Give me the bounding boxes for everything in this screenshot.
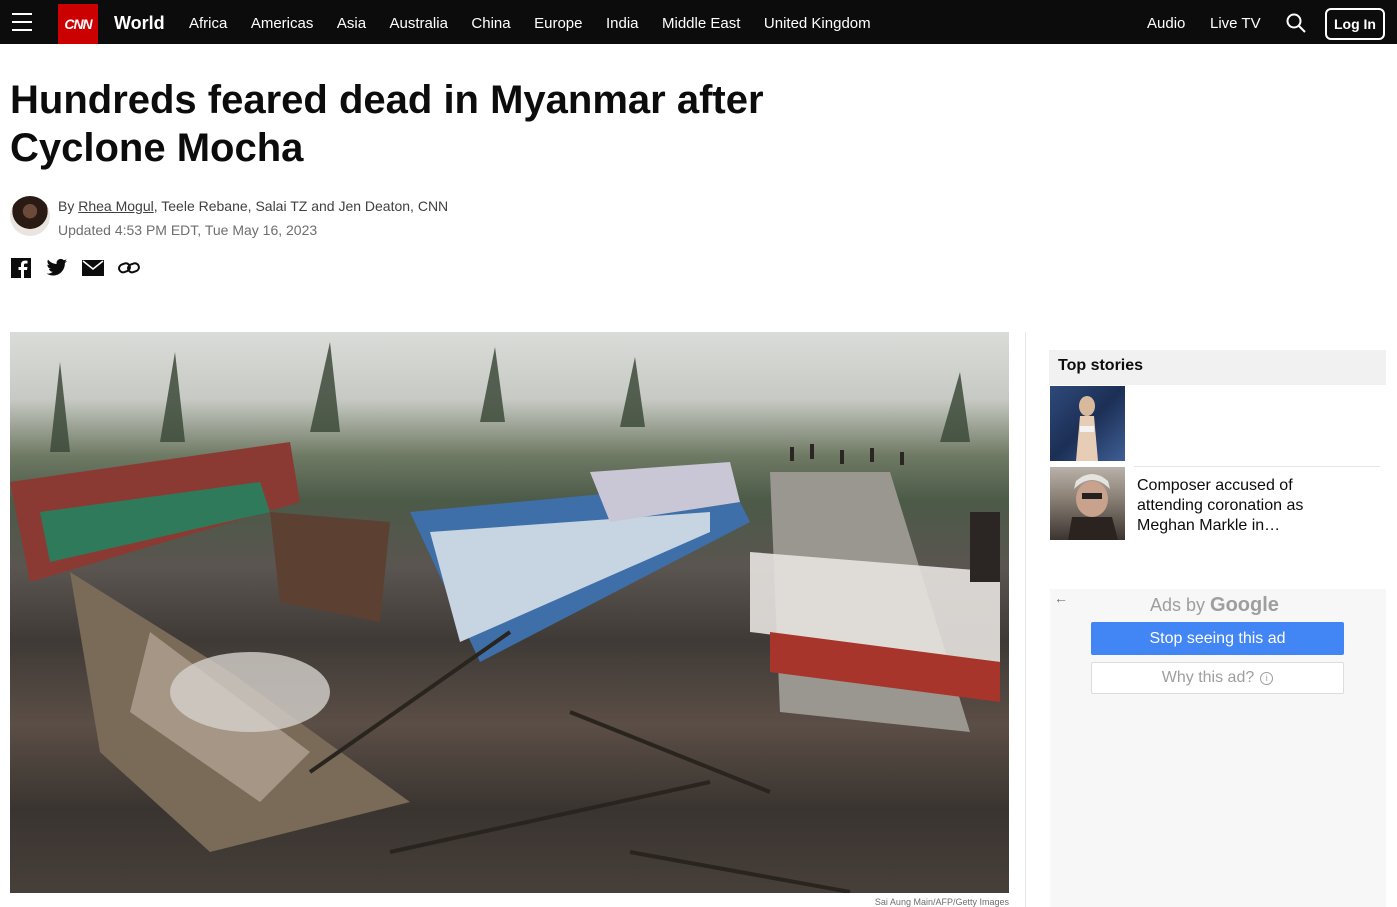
nav-link-middle-east[interactable]: Middle East <box>662 15 740 32</box>
why-this-ad-label: Why this ad? <box>1161 669 1255 686</box>
google-wordmark: Google <box>1210 594 1279 616</box>
nav-link-india[interactable]: India <box>606 15 639 32</box>
section-title[interactable]: World <box>114 13 165 34</box>
article-hero-image[interactable] <box>10 332 1009 893</box>
top-nav: CNN World Africa Americas Asia Australia… <box>0 0 1397 44</box>
ads-by-google-label: Ads by Google <box>1150 594 1279 617</box>
twitter-icon[interactable] <box>46 257 68 279</box>
nav-link-americas[interactable]: Americas <box>251 15 314 32</box>
login-button[interactable]: Log In <box>1325 8 1385 40</box>
share-bar <box>10 257 140 279</box>
audio-link[interactable]: Audio <box>1147 15 1185 32</box>
nav-link-united-kingdom[interactable]: United Kingdom <box>764 15 871 32</box>
nav-link-europe[interactable]: Europe <box>534 15 582 32</box>
story-thumbnail-1[interactable] <box>1050 386 1125 461</box>
why-this-ad-button[interactable]: Why this ad? i <box>1091 662 1344 694</box>
byline-authors: , Teele Rebane, Salai TZ and Jen Deaton,… <box>153 198 449 214</box>
info-icon: i <box>1260 671 1274 685</box>
column-divider <box>1025 332 1026 907</box>
cnn-logo[interactable]: CNN <box>58 4 98 44</box>
article-headline: Hundreds feared dead in Myanmar after Cy… <box>10 78 764 170</box>
menu-icon[interactable] <box>12 13 32 31</box>
nav-link-asia[interactable]: Asia <box>337 15 366 32</box>
copy-link-icon[interactable] <box>118 257 140 279</box>
search-icon[interactable] <box>1286 13 1306 33</box>
top-stories-heading: Top stories <box>1049 350 1386 385</box>
article-timestamp: Updated 4:53 PM EDT, Tue May 16, 2023 <box>58 222 318 238</box>
story-divider <box>1134 466 1380 467</box>
byline-prefix: By <box>58 198 79 214</box>
back-arrow-icon[interactable]: ← <box>1054 590 1068 606</box>
facebook-icon[interactable] <box>10 257 32 279</box>
email-icon[interactable] <box>82 257 104 279</box>
ads-by-text: Ads by <box>1150 595 1211 615</box>
nav-link-africa[interactable]: Africa <box>189 15 227 32</box>
nav-link-australia[interactable]: Australia <box>390 15 448 32</box>
nav-link-china[interactable]: China <box>471 15 510 32</box>
stop-seeing-ad-button[interactable]: Stop seeing this ad <box>1091 622 1344 655</box>
byline: By Rhea Mogul, Teele Rebane, Salai TZ an… <box>58 198 448 214</box>
nav-links: Africa Americas Asia Australia China Eur… <box>189 15 894 32</box>
story-title-2[interactable]: Composer accused of attending coronation… <box>1137 476 1357 536</box>
live-tv-link[interactable]: Live TV <box>1210 15 1261 32</box>
story-thumbnail-2[interactable] <box>1050 467 1125 540</box>
author-link[interactable]: Rhea Mogul <box>78 198 154 214</box>
image-caption: Sai Aung Main/AFP/Getty Images <box>874 897 1009 907</box>
author-avatar[interactable] <box>10 196 50 236</box>
